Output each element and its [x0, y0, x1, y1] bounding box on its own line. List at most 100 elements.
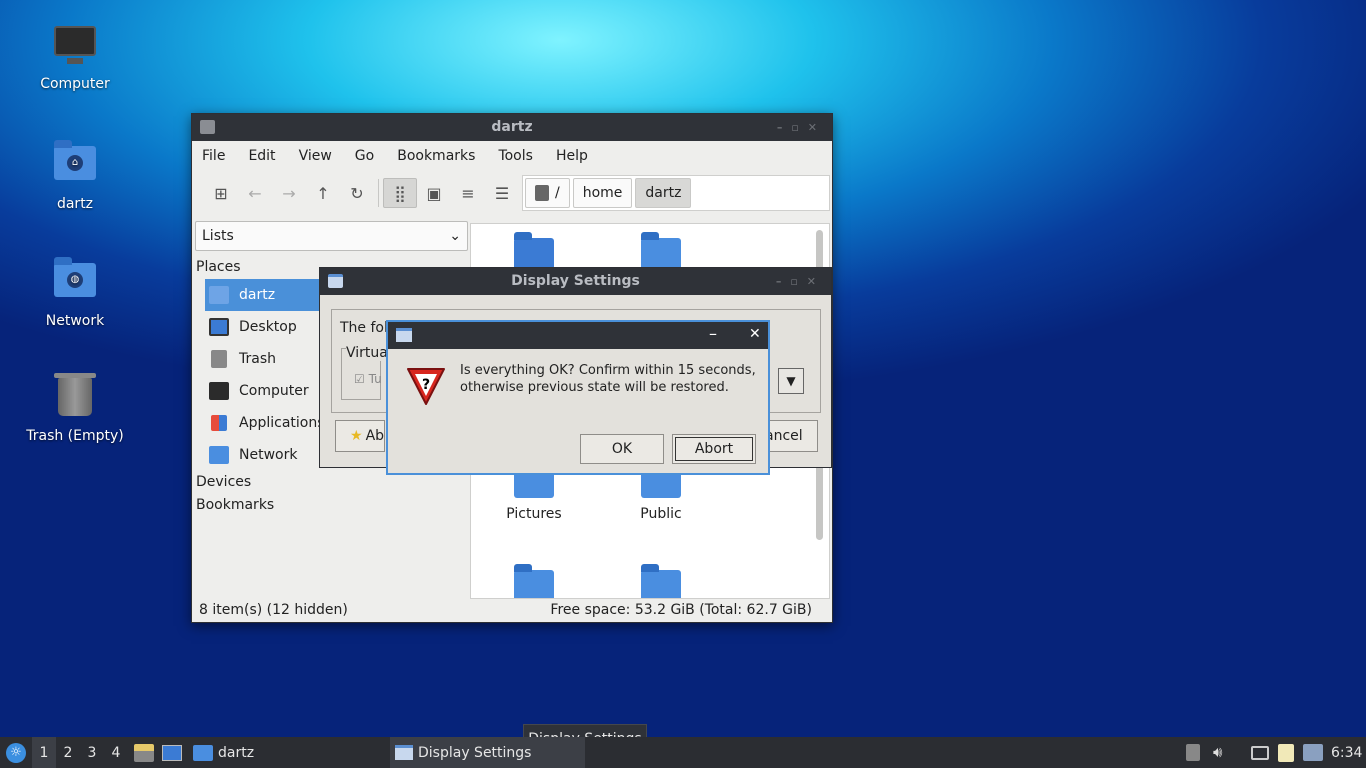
applications-icon — [211, 415, 227, 431]
window-icon — [396, 328, 412, 342]
about-button[interactable]: ★ Ab — [335, 420, 385, 452]
computer-icon — [209, 382, 229, 400]
ok-button[interactable]: OK — [580, 434, 664, 464]
settings-description: The fol — [340, 320, 388, 336]
drive-icon — [535, 185, 549, 201]
path-segment-current[interactable]: dartz — [635, 178, 692, 208]
svg-text:?: ? — [422, 377, 430, 393]
display-settings-titlebar[interactable]: Display Settings –▫✕ — [320, 268, 831, 295]
clipboard-icon[interactable] — [1278, 744, 1294, 762]
path-segment-home[interactable]: home — [572, 178, 633, 208]
new-tab-icon[interactable]: ⊞ — [204, 178, 238, 208]
window-controls[interactable]: –▫✕ — [776, 268, 825, 295]
chevron-down-icon: ⌄ — [449, 228, 461, 244]
menu-tools[interactable]: Tools — [498, 148, 533, 164]
place-item-home[interactable]: dartz — [205, 279, 323, 311]
menu-help[interactable]: Help — [556, 148, 588, 164]
status-bar: 8 item(s) (12 hidden) Free space: 53.2 G… — [192, 598, 832, 622]
dialog-message-line2: otherwise previous state will be restore… — [460, 380, 729, 395]
menu-bookmarks[interactable]: Bookmarks — [397, 148, 475, 164]
show-desktop-button[interactable] — [162, 737, 184, 768]
task-dartz[interactable]: dartz — [193, 737, 383, 768]
back-arrow-icon[interactable]: ← — [238, 178, 272, 208]
desktop-icon-trash[interactable]: Trash (Empty) — [20, 373, 130, 444]
window-controls[interactable]: –▫✕ — [777, 114, 826, 141]
place-label: dartz — [239, 287, 276, 303]
place-label: Network — [239, 447, 298, 463]
desktop-icon-home[interactable]: ⌂ dartz — [20, 140, 130, 212]
abort-button[interactable]: Abort — [672, 434, 756, 464]
cancel-label: ancel — [765, 428, 803, 444]
confirm-dialog: – ✕ ? Is everything OK? Confirm within 1… — [386, 320, 770, 475]
workspace-1[interactable]: 1 — [32, 737, 56, 768]
toolbar: ⊞ ← → ↑ ↻ ⣿ ▣ ≡ ☰ / home dartz — [192, 171, 832, 215]
place-label: Desktop — [239, 319, 297, 335]
task-display-settings[interactable]: Display Settings — [390, 737, 585, 768]
workspace-3[interactable]: 3 — [80, 737, 104, 768]
folder-icon — [514, 232, 554, 270]
side-pane-mode-select[interactable]: Lists ⌄ — [195, 221, 468, 251]
menu-bar: File Edit View Go Bookmarks Tools Help — [192, 141, 832, 171]
minimize-button[interactable]: – — [709, 324, 717, 343]
home-folder-icon: ⌂ — [53, 140, 97, 190]
desktop-icon-label: dartz — [56, 196, 94, 212]
workspace-2[interactable]: 2 — [56, 737, 80, 768]
menu-edit[interactable]: Edit — [248, 148, 275, 164]
forward-arrow-icon[interactable]: → — [272, 178, 306, 208]
about-label: Ab — [365, 428, 385, 444]
notification-icon[interactable] — [1303, 744, 1323, 761]
file-manager-icon — [134, 743, 154, 762]
thumbnail-view-icon[interactable]: ▣ — [417, 178, 451, 208]
file-item[interactable] — [611, 564, 711, 598]
menu-file[interactable]: File — [202, 148, 225, 164]
task-label: dartz — [218, 744, 255, 761]
window-title: dartz — [491, 119, 533, 135]
up-arrow-icon[interactable]: ↑ — [306, 178, 340, 208]
detailed-list-icon[interactable]: ☰ — [485, 178, 519, 208]
file-manager-launcher[interactable] — [134, 737, 154, 768]
home-folder-icon — [209, 286, 229, 304]
compact-view-icon[interactable]: ≡ — [451, 178, 485, 208]
menu-go[interactable]: Go — [355, 148, 374, 164]
turn-on-checkbox[interactable]: ☑ Tu — [354, 372, 382, 386]
file-item[interactable] — [484, 564, 584, 598]
network-folder-icon — [209, 446, 229, 464]
desktop-icon-computer[interactable]: Computer — [20, 20, 130, 92]
close-button[interactable]: ✕ — [749, 326, 761, 342]
dialog-message: Is everything OK? Confirm within 15 seco… — [460, 362, 765, 396]
window-icon — [328, 274, 343, 288]
bookmarks-header[interactable]: Bookmarks — [193, 494, 469, 517]
removable-media-icon[interactable] — [1186, 744, 1200, 761]
network-folder-icon: ◍ — [53, 257, 97, 307]
place-label: Trash — [239, 351, 276, 367]
reload-icon[interactable]: ↻ — [340, 178, 374, 208]
dialog-titlebar[interactable]: – ✕ — [388, 322, 768, 349]
icon-view-icon[interactable]: ⣿ — [383, 178, 417, 208]
volume-icon[interactable]: 🔊︎ — [1213, 743, 1231, 761]
virtual-group-label: Virtua — [346, 345, 388, 361]
start-menu-button[interactable]: ☼ — [4, 737, 28, 768]
path-bar: / home dartz — [522, 175, 830, 211]
videos-folder-icon — [641, 564, 681, 598]
dialog-message-line1: Is everything OK? Confirm within 15 seco… — [460, 363, 756, 378]
trash-icon — [211, 350, 227, 368]
clock[interactable]: 6:34 — [1331, 737, 1362, 768]
warning-question-icon: ? — [407, 368, 445, 405]
trash-icon — [53, 373, 97, 422]
place-label: Computer — [239, 383, 309, 399]
folder-icon — [193, 744, 213, 761]
workspace-4[interactable]: 4 — [104, 737, 128, 768]
path-root-button[interactable]: / — [525, 178, 570, 208]
file-label: Pictures — [506, 506, 562, 522]
task-label: Display Settings — [418, 744, 532, 761]
desktop-icon-label: Network — [45, 313, 105, 329]
file-manager-titlebar[interactable]: dartz –▫✕ — [192, 114, 832, 141]
documents-folder-icon — [641, 232, 681, 270]
dropdown-arrow-icon[interactable]: ▼ — [778, 368, 804, 394]
checkbox-label: Tu — [368, 372, 382, 386]
network-status-icon[interactable] — [1251, 746, 1269, 760]
desktop-icon-network[interactable]: ◍ Network — [20, 257, 130, 329]
menu-view[interactable]: View — [299, 148, 332, 164]
file-label: Public — [640, 506, 682, 522]
star-icon: ★ — [350, 428, 363, 444]
